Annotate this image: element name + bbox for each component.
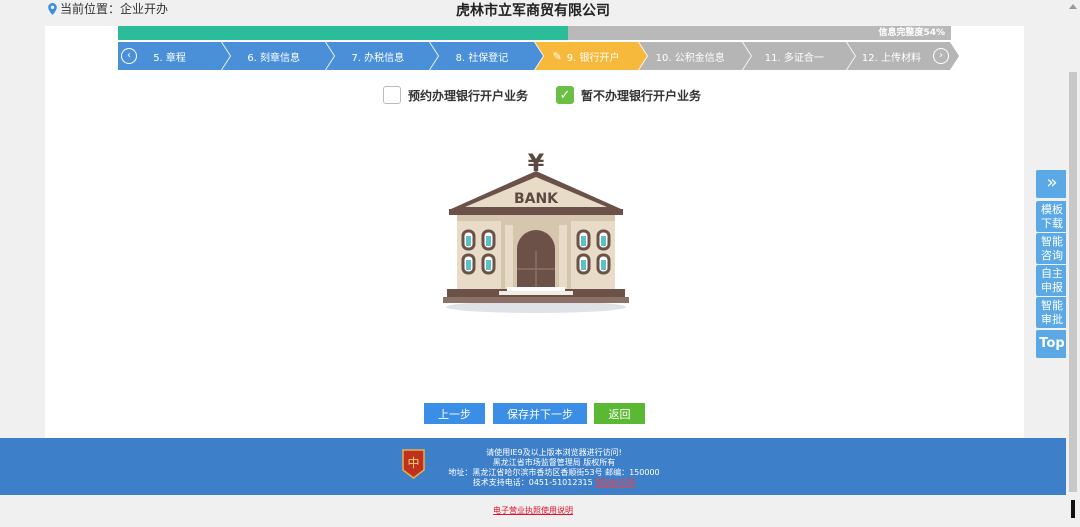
checkmark-icon: ✓ <box>559 87 571 103</box>
footer-line: 请使用IE9及以上版本浏览器进行访问! <box>486 448 622 457</box>
prev-step-button[interactable]: 上一步 <box>424 403 485 424</box>
skip-label: 暂不办理银行开户业务 <box>581 88 702 103</box>
footer: 中 请使用IE9及以上版本浏览器进行访问! 黑龙江省市场监督管理局 版权所有 地… <box>0 438 1066 495</box>
sidebar-expand-button[interactable]: » <box>1036 170 1068 198</box>
progress-fill <box>118 26 568 40</box>
footer-line: 黑龙江省市场监督管理局 版权所有 <box>492 458 616 467</box>
save-next-button[interactable]: 保存并下一步 <box>493 403 587 424</box>
chevron-left-icon[interactable]: ‹ <box>121 48 137 64</box>
step-navigator: ‹ 5. 章程 6. 刻章信息 7. 办税信息 8. 社保登记 ✎ 9. 银行开户… <box>118 42 961 70</box>
step-housing-fund[interactable]: 10. 公积金信息 <box>638 42 752 70</box>
step-tax-info[interactable]: 7. 办税信息 <box>326 42 440 70</box>
footer-info: 请使用IE9及以上版本浏览器进行访问! 黑龙江省市场监督管理局 版权所有 地址：… <box>434 448 674 488</box>
e-license-guide-link[interactable]: 电子营业执照使用说明 <box>0 505 1066 516</box>
step-label: 7. 办税信息 <box>351 52 405 64</box>
progress-text: 信息完整度54% <box>878 28 945 38</box>
step-multi-cert[interactable]: 11. 多证合一 <box>742 42 857 70</box>
step-social-security[interactable]: 8. 社保登记 <box>430 42 544 70</box>
step-label: 5. 章程 <box>153 52 186 64</box>
reserve-label: 预约办理银行开户业务 <box>408 88 529 103</box>
footer-line: 技术支持电话：0451-51012315 网站标识码 <box>434 478 674 488</box>
double-chevron-right-icon: » <box>1046 172 1058 193</box>
step-bank-account[interactable]: ✎ 9. 银行开户 <box>534 42 648 70</box>
support-phone: 技术支持电话：0451-51012315 <box>472 478 596 487</box>
step-label: 11. 多证合一 <box>764 52 824 64</box>
sidebar-template-download[interactable]: 模板下载 <box>1036 201 1068 232</box>
skip-checkbox[interactable]: ✓ <box>556 86 574 104</box>
reserve-checkbox[interactable] <box>383 86 401 104</box>
sidebar-smart-consult[interactable]: 智能咨询 <box>1036 233 1068 264</box>
step-seal-info[interactable]: 6. 刻章信息 <box>222 42 336 70</box>
step-label: 12. 上传材料 <box>861 52 921 64</box>
back-button[interactable]: 返回 <box>594 403 645 424</box>
step-label: 6. 刻章信息 <box>247 52 301 64</box>
scroll-up-icon[interactable] <box>1069 4 1077 9</box>
site-id-link[interactable]: 网站标识码 <box>595 478 635 487</box>
back-to-top-button[interactable]: Top <box>1036 330 1068 358</box>
pencil-icon: ✎ <box>552 49 562 63</box>
company-name: 虎林市立军商贸有限公司 <box>456 3 610 19</box>
step-label: 9. 银行开户 <box>566 52 620 64</box>
option-skip-bank[interactable]: ✓ 暂不办理银行开户业务 <box>556 86 701 104</box>
sidebar-smart-approval[interactable]: 智能审批 <box>1036 297 1068 328</box>
option-reserve-bank[interactable]: 预约办理银行开户业务 <box>383 86 528 104</box>
vertical-scrollbar[interactable] <box>1066 0 1080 527</box>
scrollbar-thumb[interactable] <box>1069 72 1077 492</box>
svg-text:中: 中 <box>407 455 419 470</box>
scrollbar-marker <box>1071 500 1075 518</box>
footer-line: 地址：黑龙江省哈尔滨市香坊区香顺街53号 邮编：150000 <box>448 468 660 477</box>
bank-sign: BANK <box>514 191 559 207</box>
emblem-logo-icon: 中 <box>402 449 425 479</box>
main-panel: 信息完整度54% ‹ 5. 章程 6. 刻章信息 7. 办税信息 8. 社保登记… <box>45 26 1024 438</box>
step-label: 8. 社保登记 <box>455 52 509 64</box>
top-bar: 当前位置：企业开办 虎林市立军商贸有限公司 <box>0 0 1066 22</box>
step-label: 10. 公积金信息 <box>655 52 725 64</box>
chevron-right-icon[interactable]: › <box>933 48 949 64</box>
info-completeness-bar: 信息完整度54% <box>118 26 951 40</box>
sidebar-self-declare[interactable]: 自主申报 <box>1036 265 1068 296</box>
bank-building-illustration: ¥ BANK <box>443 151 629 313</box>
